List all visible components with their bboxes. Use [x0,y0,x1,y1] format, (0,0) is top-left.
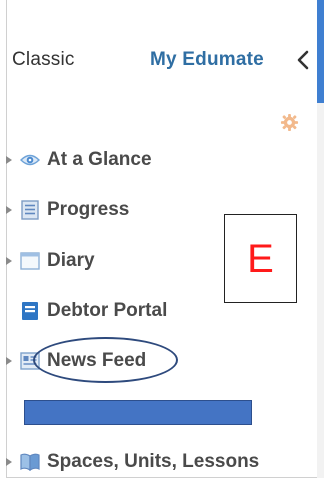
caret-right-icon[interactable] [6,357,12,365]
nav-item-progress[interactable]: Progress [6,197,129,223]
caret-right-icon[interactable] [6,257,12,265]
gear-icon [280,113,299,132]
book-icon [20,452,40,472]
collapse-sidebar-button[interactable] [295,49,311,71]
nav-item-label: Diary [47,250,95,271]
annotation-letter-box: E [224,214,297,303]
nav-item-spaces-units-lessons[interactable]: Spaces, Units, Lessons [6,449,259,475]
eye-icon [20,150,40,170]
tab-my-edumate[interactable]: My Edumate [150,49,264,71]
document-icon [20,200,40,220]
scrollbar-track[interactable] [317,103,324,478]
tab-classic[interactable]: Classic [12,49,75,71]
nav-item-label: Progress [47,199,130,220]
caret-right-icon[interactable] [6,206,12,214]
calendar-icon [20,251,40,271]
nav-item-diary[interactable]: Diary [6,248,95,274]
caret-right-icon[interactable] [6,458,12,466]
scrollbar-thumb[interactable] [317,0,324,103]
card-icon [20,301,40,321]
nav-item-at-a-glance[interactable]: At a Glance [6,147,152,173]
annotation-letter: E [247,236,274,281]
chevron-left-icon [297,50,309,70]
highlight-oval [33,337,178,383]
nav-item-debtor-portal[interactable]: Debtor Portal [6,298,167,324]
nav-item-label: Spaces, Units, Lessons [47,451,260,472]
nav-item-label: At a Glance [47,149,152,170]
caret-right-icon[interactable] [6,156,12,164]
nav-item-label: Debtor Portal [47,300,168,321]
redaction-bar [24,400,252,425]
settings-button[interactable] [280,113,299,132]
